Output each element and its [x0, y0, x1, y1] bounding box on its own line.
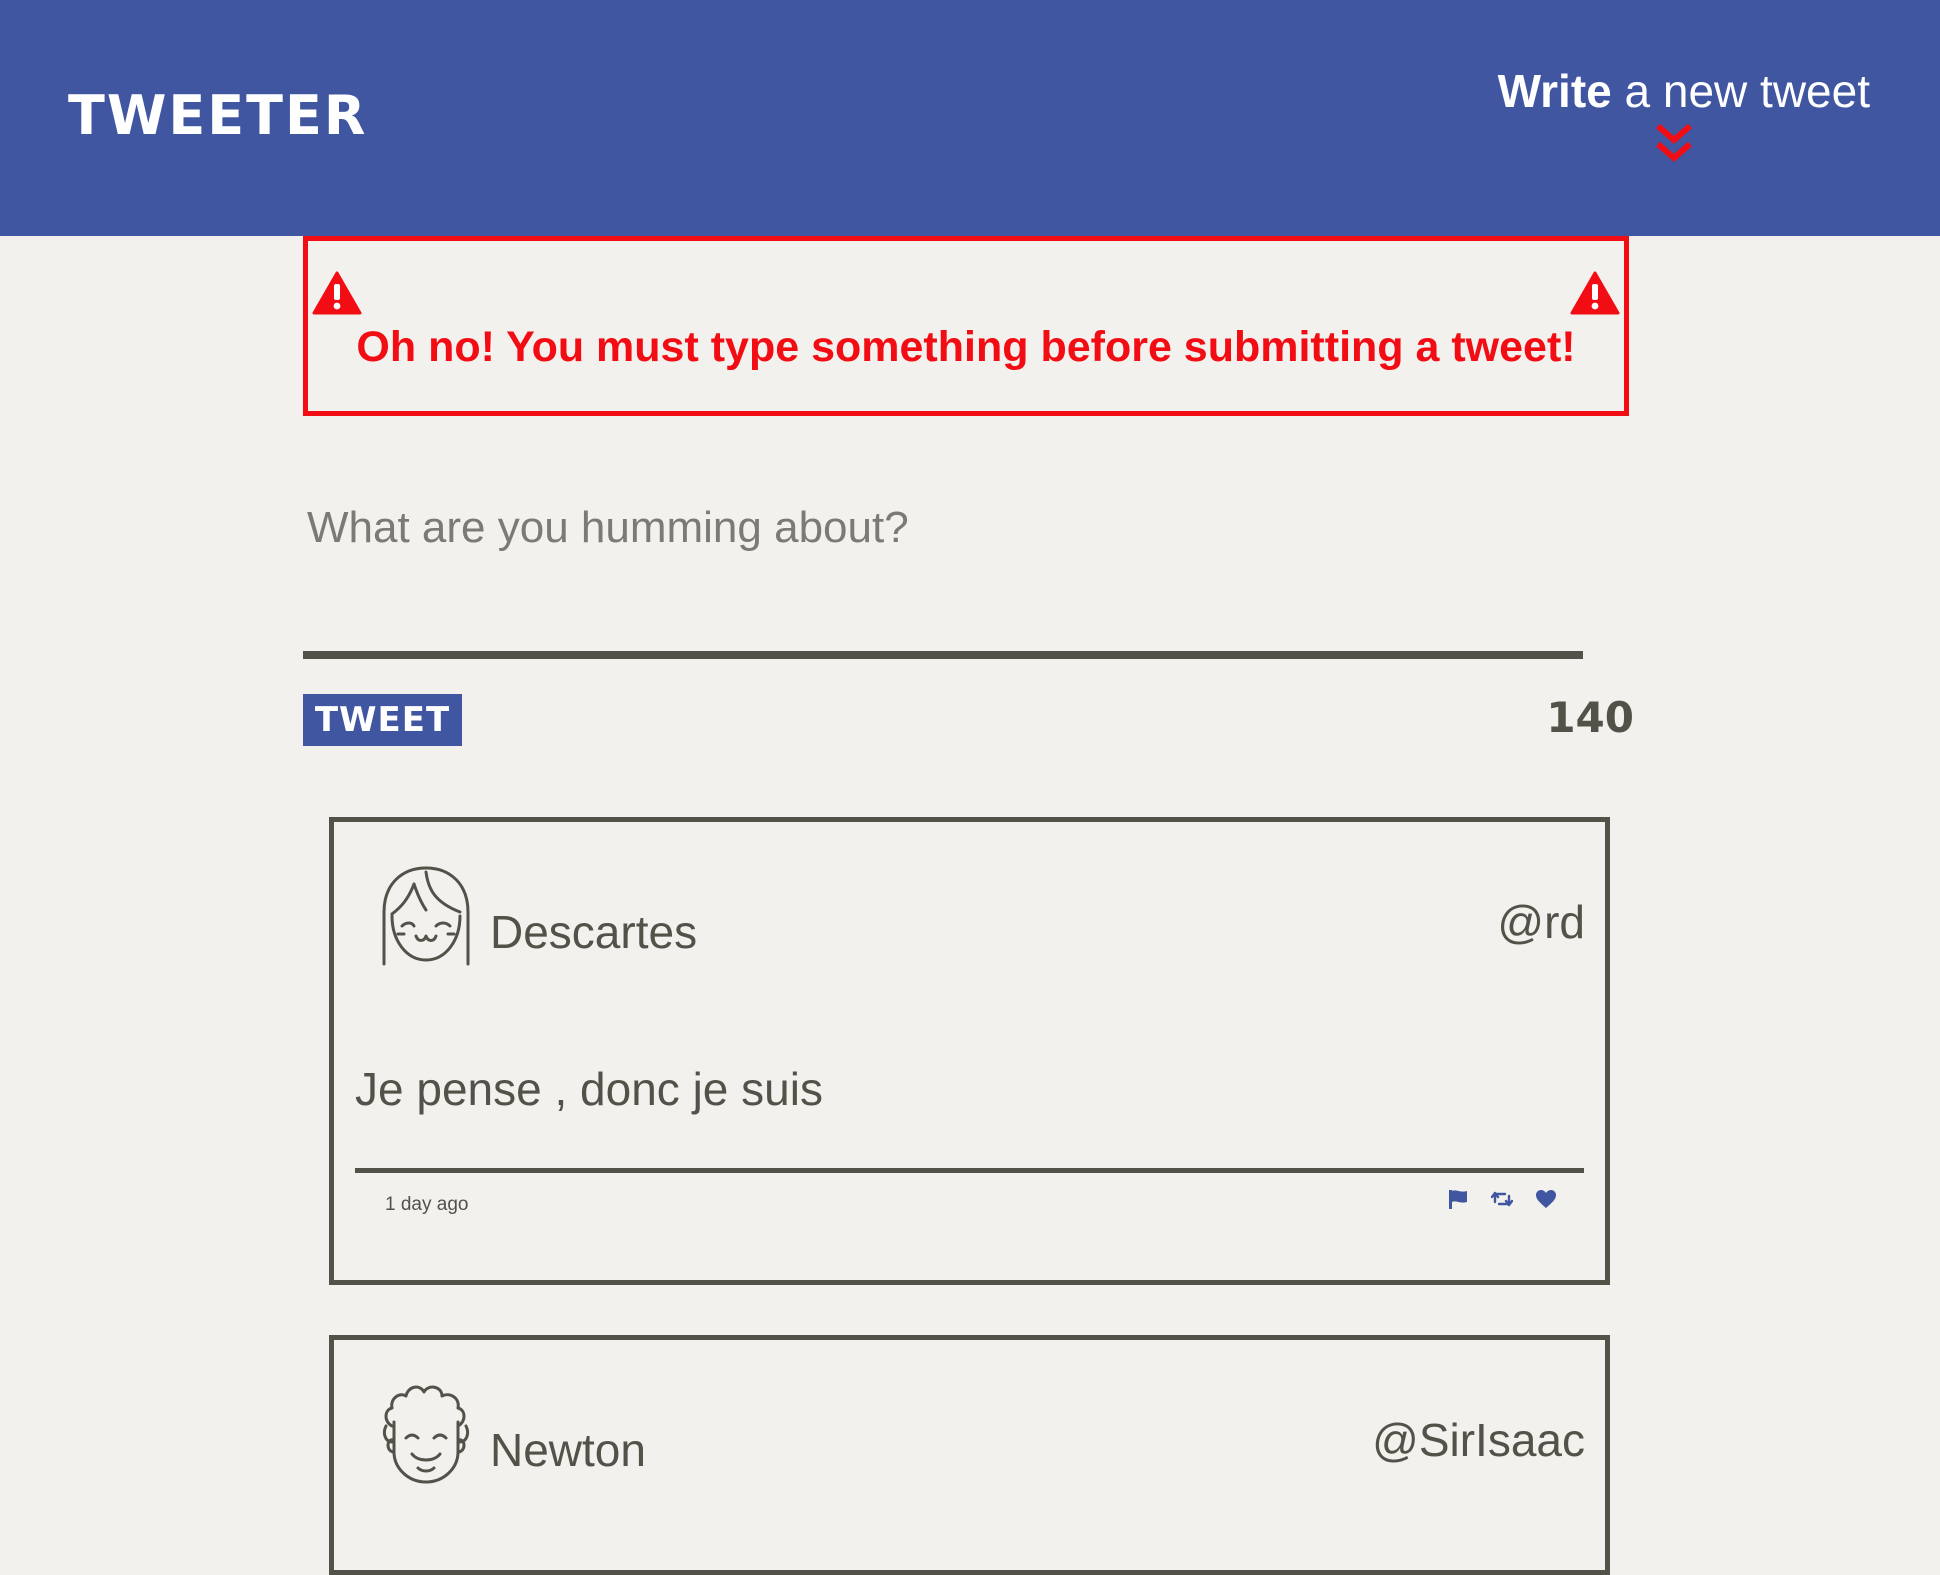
- error-message: Oh no! You must type something before su…: [356, 323, 1576, 371]
- avatar-icon: [382, 1385, 470, 1484]
- tweet-content: Je pense , donc je suis: [355, 1063, 823, 1115]
- brand-logo[interactable]: Tweeter: [68, 86, 367, 146]
- tweet-divider: [355, 1168, 1584, 1173]
- character-counter: 140: [1546, 693, 1634, 742]
- tweet-timestamp: 1 day ago: [385, 1194, 469, 1215]
- flag-icon[interactable]: [1447, 1188, 1469, 1210]
- warning-icon: [312, 271, 362, 315]
- compose-toggle-strong: Write: [1497, 65, 1612, 117]
- tweet-card: Newton @SirIsaac: [329, 1335, 1610, 1575]
- tweet-author-handle[interactable]: @rd: [1497, 894, 1585, 950]
- warning-icon: [1570, 271, 1620, 315]
- tweet-author-handle[interactable]: @SirIsaac: [1372, 1412, 1585, 1468]
- compose-underline: [303, 651, 1583, 659]
- tweet-author-name: Newton: [490, 1424, 646, 1476]
- tweet-author-name: Descartes: [490, 906, 698, 958]
- avatar-icon: [382, 866, 470, 966]
- error-banner: Oh no! You must type something before su…: [303, 236, 1629, 416]
- tweet-text-input[interactable]: [303, 498, 1591, 558]
- tweet-actions: [1447, 1184, 1557, 1214]
- double-chevron-down-icon: [1655, 123, 1692, 162]
- heart-icon[interactable]: [1535, 1188, 1557, 1210]
- write-new-tweet-toggle[interactable]: Write a new tweet: [1497, 62, 1871, 162]
- retweet-icon[interactable]: [1491, 1188, 1513, 1210]
- top-nav: Tweeter Write a new tweet: [0, 0, 1940, 236]
- tweet-card: Descartes @rd Je pense , donc je suis 1 …: [329, 817, 1610, 1285]
- tweet-submit-button[interactable]: Tweet: [303, 694, 462, 746]
- compose-toggle-rest: a new tweet: [1611, 65, 1871, 117]
